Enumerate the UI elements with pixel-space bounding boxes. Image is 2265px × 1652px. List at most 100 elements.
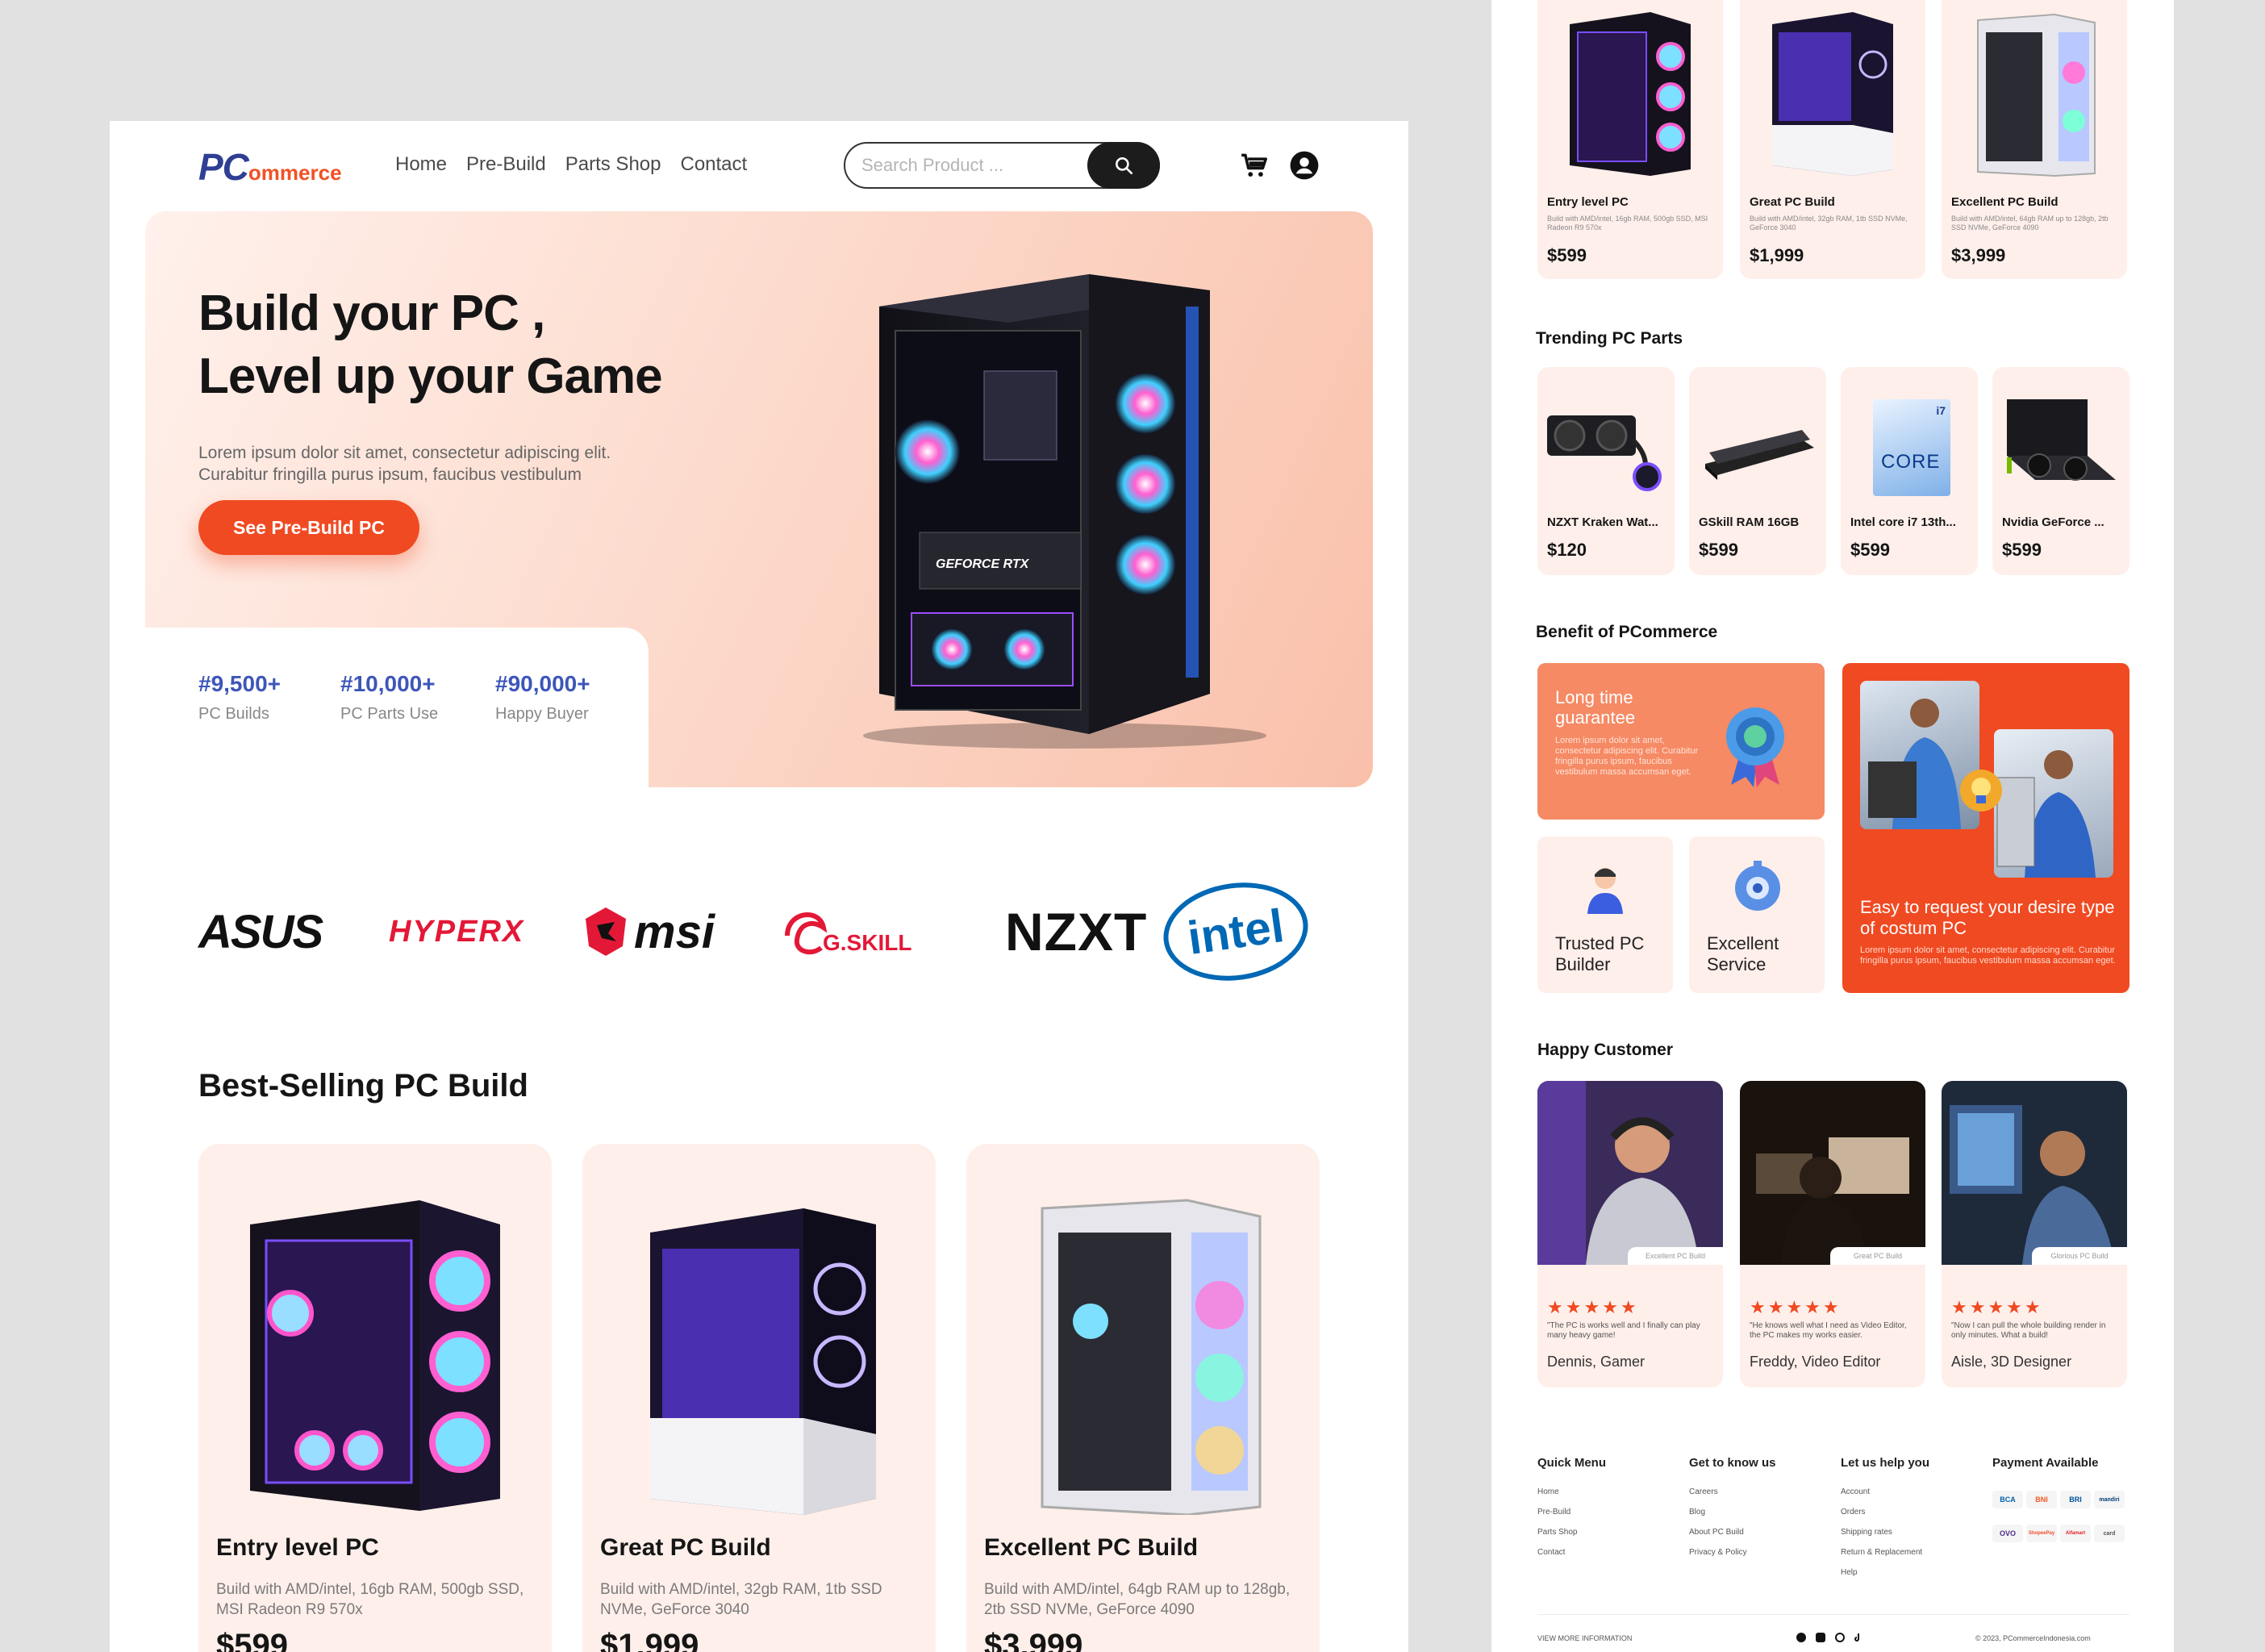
footer-know-us-title: Get to know us [1689, 1456, 1776, 1470]
asus-logo[interactable]: ASUS [198, 871, 323, 992]
technician-photo-2 [1994, 729, 2113, 878]
nav-parts-shop[interactable]: Parts Shop [565, 153, 661, 176]
stat-value: #10,000+ [340, 671, 436, 696]
whatsapp-icon[interactable] [1835, 1633, 1845, 1642]
hero-section: Build your PC , Level up your Game Lorem… [144, 211, 1373, 791]
nav-contact[interactable]: Contact [680, 153, 747, 176]
part-name: NZXT Kraken Wat... [1547, 515, 1658, 529]
testimonial-card-freddy: Great PC Build ★★★★★ "He knows well what… [1740, 1081, 1925, 1387]
instagram-icon[interactable] [1816, 1633, 1825, 1642]
stat-value: #9,500+ [198, 671, 281, 696]
benefit-excellent-service: Excellent Service [1689, 836, 1825, 993]
request-title: Easy to request your desire type of cost… [1860, 897, 2115, 938]
account-icon[interactable] [1289, 150, 1320, 181]
footer-link-shipping[interactable]: Shipping rates [1841, 1528, 1892, 1537]
customer-photo-gamer [1537, 1081, 1723, 1265]
part-price: $599 [1850, 540, 1890, 560]
top-build-card-great[interactable]: Great PC Build Build with AMD/intel, 32g… [1740, 0, 1925, 279]
request-desc: Lorem ipsum dolor sit amet, consectetur … [1860, 945, 2116, 966]
part-name: Nvidia GeForce ... [2002, 515, 2104, 529]
trending-title: Trending PC Parts [1536, 329, 1683, 348]
search-input[interactable] [861, 154, 1079, 177]
logo-pc: PC [198, 146, 249, 188]
payment-ovo: OVO [1992, 1525, 2023, 1542]
footer-help-title: Let us help you [1841, 1456, 1930, 1470]
entry-pc-image [250, 1200, 500, 1511]
msi-logo[interactable]: msi [584, 871, 715, 992]
view-more-link[interactable]: VIEW MORE INFORMATION [1537, 1634, 1632, 1642]
footer-link-careers[interactable]: Careers [1689, 1487, 1718, 1496]
entry-pc-thumb [1570, 12, 1691, 176]
product-card-great[interactable]: Great PC Build Build with AMD/intel, 32g… [582, 1144, 936, 1652]
footer-link-orders[interactable]: Orders [1841, 1508, 1866, 1516]
stat-pc-builds: #9,500+ PC Builds [198, 671, 281, 724]
cart-icon[interactable] [1239, 150, 1270, 181]
aio-cooler-image [1547, 415, 1662, 491]
hero-title-line1: Build your PC , [198, 286, 545, 341]
payment-bca: BCA [1992, 1491, 2023, 1508]
trending-card-nzxt[interactable]: NZXT Kraken Wat... $120 [1537, 367, 1675, 575]
copyright-text: © 2023, PCommerceIndonesia.com [1975, 1634, 2091, 1642]
rating-stars: ★★★★★ [1750, 1297, 1842, 1317]
stat-label: PC Parts Use [340, 705, 439, 723]
stat-label: Happy Buyer [495, 705, 589, 723]
customer-photo-designer [1942, 1081, 2127, 1265]
social-icons [1796, 1633, 1864, 1642]
trending-card-intel-cpu[interactable]: i7 CORE Intel core i7 13th... $599 [1841, 367, 1978, 575]
cpu-box-image: i7 CORE [1873, 399, 1950, 496]
intel-logo[interactable]: intel [1157, 871, 1315, 992]
search-button[interactable] [1087, 142, 1160, 189]
product-desc: Build with AMD/intel, 64gb RAM up to 128… [984, 1581, 1291, 1618]
product-price: $599 [216, 1628, 288, 1652]
trending-card-gpu[interactable]: Nvidia GeForce ... $599 [1992, 367, 2129, 575]
footer-link-account[interactable]: Account [1841, 1487, 1870, 1496]
hyperx-logo[interactable]: HYPERX [389, 871, 524, 992]
msi-dragon-icon [586, 907, 626, 956]
build-price: $3,999 [1951, 245, 2006, 265]
trending-card-ram[interactable]: GSkill RAM 16GB $599 [1689, 367, 1826, 575]
product-card-excellent[interactable]: Excellent PC Build Build with AMD/intel,… [966, 1144, 1320, 1652]
top-build-card-excellent[interactable]: Excellent PC Build Build with AMD/intel,… [1942, 0, 2127, 279]
landing-page-continued: Entry level PC Build with AMD/intel, 16g… [1491, 0, 2174, 1652]
product-card-entry[interactable]: Entry level PC Build with AMD/intel, 16g… [198, 1144, 552, 1652]
footer-link-help[interactable]: Help [1841, 1568, 1858, 1577]
hero-subtitle-line2: Curabitur fringilla purus ipsum, faucibu… [198, 465, 582, 484]
footer-link-about[interactable]: About PC Build [1689, 1528, 1744, 1537]
nav-home[interactable]: Home [395, 153, 447, 176]
brand-logo[interactable]: PC ommerce [198, 145, 342, 194]
testimonial-quote: "The PC is works well and I finally can … [1547, 1321, 1700, 1340]
benefit-guarantee: Long time guarantee Lorem ipsum dolor si… [1537, 663, 1825, 820]
payment-card: card [2094, 1525, 2125, 1542]
rating-stars: ★★★★★ [1547, 1297, 1639, 1317]
footer-link-pre-build[interactable]: Pre-Build [1537, 1508, 1570, 1516]
cpu-badge: i7 [1936, 404, 1946, 417]
facebook-icon[interactable] [1796, 1633, 1806, 1642]
gpu-image [2007, 399, 2116, 481]
part-price: $120 [1547, 540, 1587, 560]
service-gear-icon [1735, 861, 1780, 911]
footer-link-parts-shop[interactable]: Parts Shop [1537, 1528, 1577, 1537]
footer-link-contact[interactable]: Contact [1537, 1548, 1565, 1557]
footer-link-return[interactable]: Return & Replacement [1841, 1548, 1922, 1557]
search-icon [1116, 157, 1133, 175]
product-name: Excellent PC Build [984, 1534, 1199, 1561]
footer-link-privacy[interactable]: Privacy & Policy [1689, 1548, 1747, 1557]
top-build-card-entry[interactable]: Entry level PC Build with AMD/intel, 16g… [1537, 0, 1723, 279]
build-name: Great PC Build [1750, 195, 1835, 209]
search-bar [844, 142, 1160, 189]
hero-title: Build your PC , Level up your Game [198, 282, 663, 408]
footer-link-home[interactable]: Home [1537, 1487, 1559, 1496]
payment-shopeepay: ShopeePay [2026, 1525, 2057, 1542]
tiktok-icon[interactable] [1854, 1633, 1864, 1642]
nzxt-logo[interactable]: NZXT [1005, 871, 1147, 992]
testimonial-quote: "Now I can pull the whole building rende… [1951, 1321, 2106, 1340]
footer-link-blog[interactable]: Blog [1689, 1508, 1705, 1516]
footer-quick-menu-title: Quick Menu [1537, 1456, 1607, 1470]
testimonial-quote: "He knows well what I need as Video Edit… [1750, 1321, 1907, 1340]
gskill-logo[interactable]: G.SKILL [779, 871, 911, 992]
product-desc: Build with AMD/intel, 32gb RAM, 1tb SSD … [600, 1581, 882, 1618]
see-pre-build-button[interactable]: See Pre-Build PC [198, 500, 419, 555]
idea-bulb-icon [1960, 770, 2002, 811]
nav-pre-build[interactable]: Pre-Build [466, 153, 546, 176]
excellent-pc-image [1041, 1199, 1262, 1515]
